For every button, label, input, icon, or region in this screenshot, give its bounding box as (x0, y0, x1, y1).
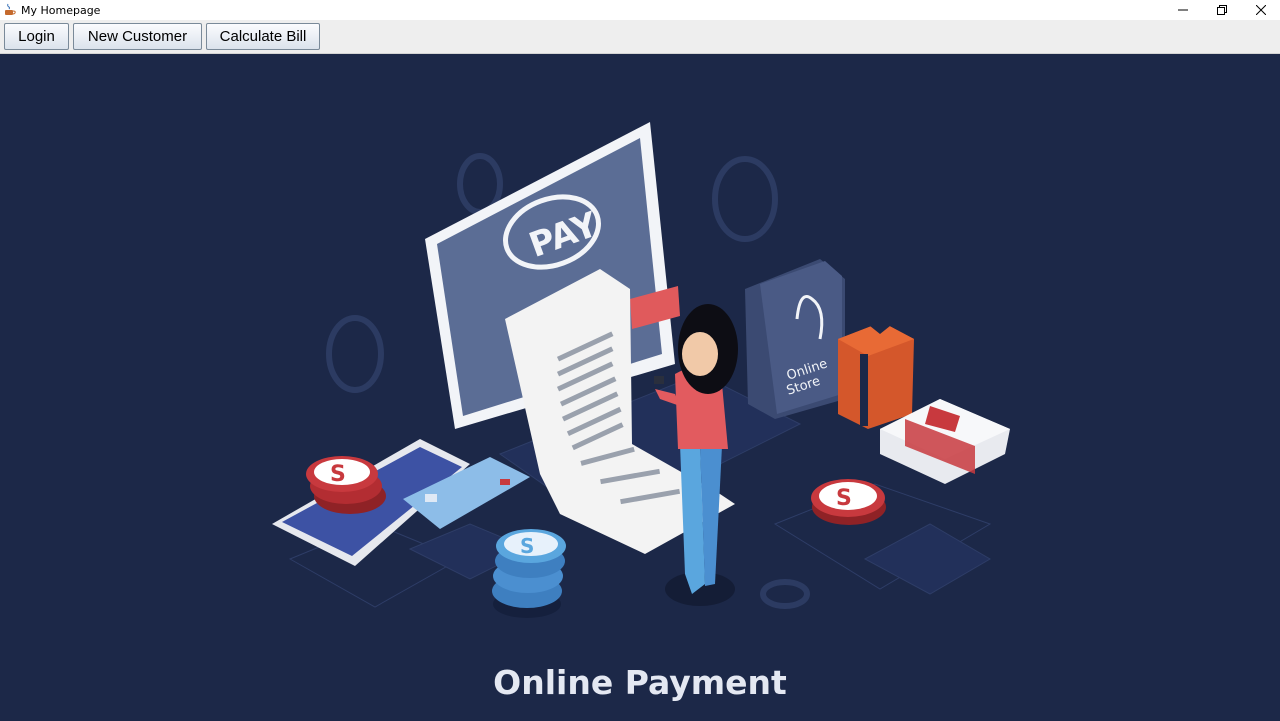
restore-button[interactable] (1202, 0, 1241, 20)
title-bar: My Homepage (0, 0, 1280, 20)
calculate-bill-button[interactable]: Calculate Bill (206, 23, 320, 50)
coin-symbol-blue: S (520, 534, 534, 558)
login-button[interactable]: Login (4, 23, 69, 50)
banner-caption: Online Payment (493, 663, 787, 702)
blue-coin-stack: S (492, 529, 566, 618)
payment-illustration: PAY S S S Online Store (272, 122, 1010, 618)
minimize-icon (1177, 9, 1188, 11)
close-icon (1255, 5, 1266, 15)
new-customer-button[interactable]: New Customer (73, 23, 202, 50)
coin-symbol-right: S (836, 486, 852, 511)
online-payment-banner: PAY S S S Online Store Online Payment (0, 54, 1280, 721)
orange-gift-box (838, 316, 914, 429)
window-controls (1163, 0, 1280, 20)
window-title: My Homepage (21, 3, 101, 17)
red-coin-single: S (811, 479, 886, 525)
toolbar: Login New Customer Calculate Bill (0, 20, 1280, 54)
close-button[interactable] (1241, 0, 1280, 20)
java-cup-icon (5, 3, 16, 15)
restore-icon (1216, 5, 1227, 15)
shopping-bag: Online Store (745, 259, 845, 419)
coin-symbol: S (330, 462, 346, 487)
minimize-button[interactable] (1163, 0, 1202, 20)
